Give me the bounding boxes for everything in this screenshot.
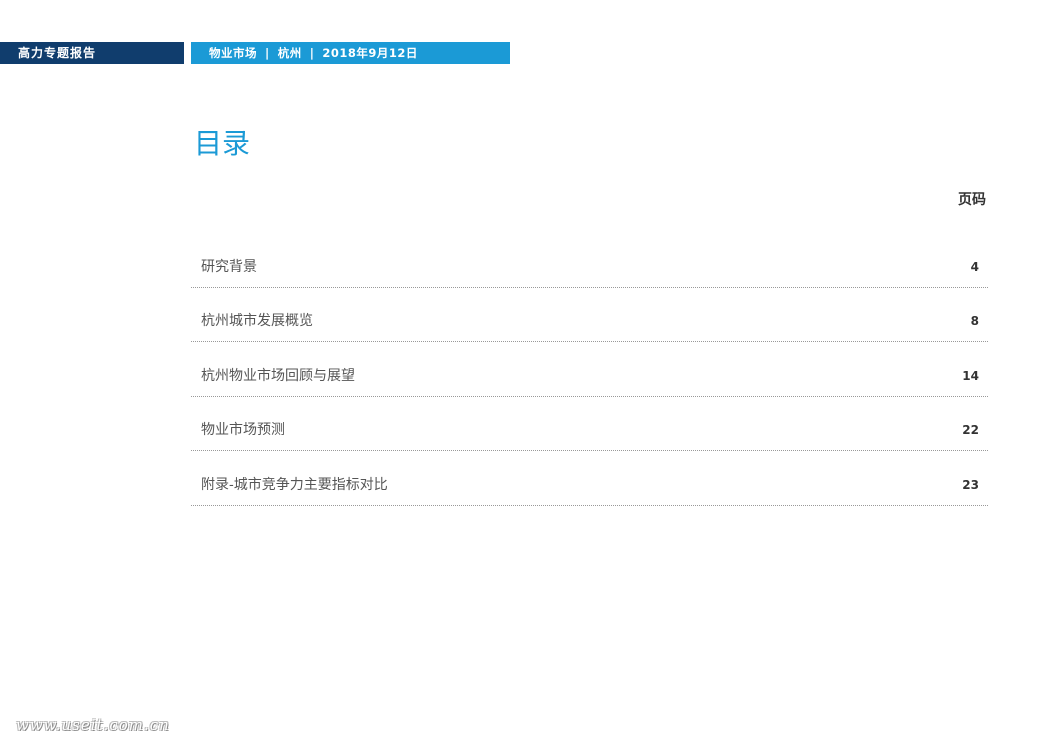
page-title: 目录 — [194, 127, 251, 160]
toc-item-label: 杭州物业市场回顾与展望 — [201, 367, 355, 384]
separator: | — [265, 46, 270, 60]
date-label: 2018年9月12日 — [322, 46, 418, 60]
toc-item[interactable]: 物业市场预测 22 — [191, 397, 988, 451]
toc-item[interactable]: 杭州物业市场回顾与展望 14 — [191, 342, 988, 397]
toc-item-page: 22 — [962, 423, 979, 437]
watermark: www.useit.com.cn — [16, 716, 170, 734]
separator: | — [309, 46, 315, 60]
topic-label: 物业市场 — [209, 46, 257, 60]
toc-item-label: 物业市场预测 — [201, 422, 285, 438]
page-number-column-header: 页码 — [958, 192, 986, 208]
toc-item[interactable]: 研究背景 4 — [191, 233, 988, 288]
report-label-banner: 高力专题报告 — [0, 42, 184, 64]
toc-item-label: 附录-城市竞争力主要指标对比 — [201, 476, 388, 493]
toc-item[interactable]: 附录-城市竞争力主要指标对比 23 — [191, 451, 988, 506]
toc-list: 研究背景 4 杭州城市发展概览 8 杭州物业市场回顾与展望 14 物业市场预测 … — [191, 233, 988, 506]
toc-item-page: 23 — [962, 477, 979, 492]
toc-item[interactable]: 杭州城市发展概览 8 — [191, 288, 988, 342]
toc-item-page: 8 — [970, 314, 979, 328]
toc-item-page: 4 — [970, 259, 979, 274]
toc-item-label: 杭州城市发展概览 — [201, 313, 313, 329]
report-meta-banner: 物业市场 | 杭州 | 2018年9月12日 — [191, 42, 510, 64]
toc-item-page: 14 — [962, 368, 979, 383]
report-label: 高力专题报告 — [18, 46, 97, 60]
city-label: 杭州 — [277, 46, 302, 60]
toc-item-label: 研究背景 — [201, 258, 257, 275]
